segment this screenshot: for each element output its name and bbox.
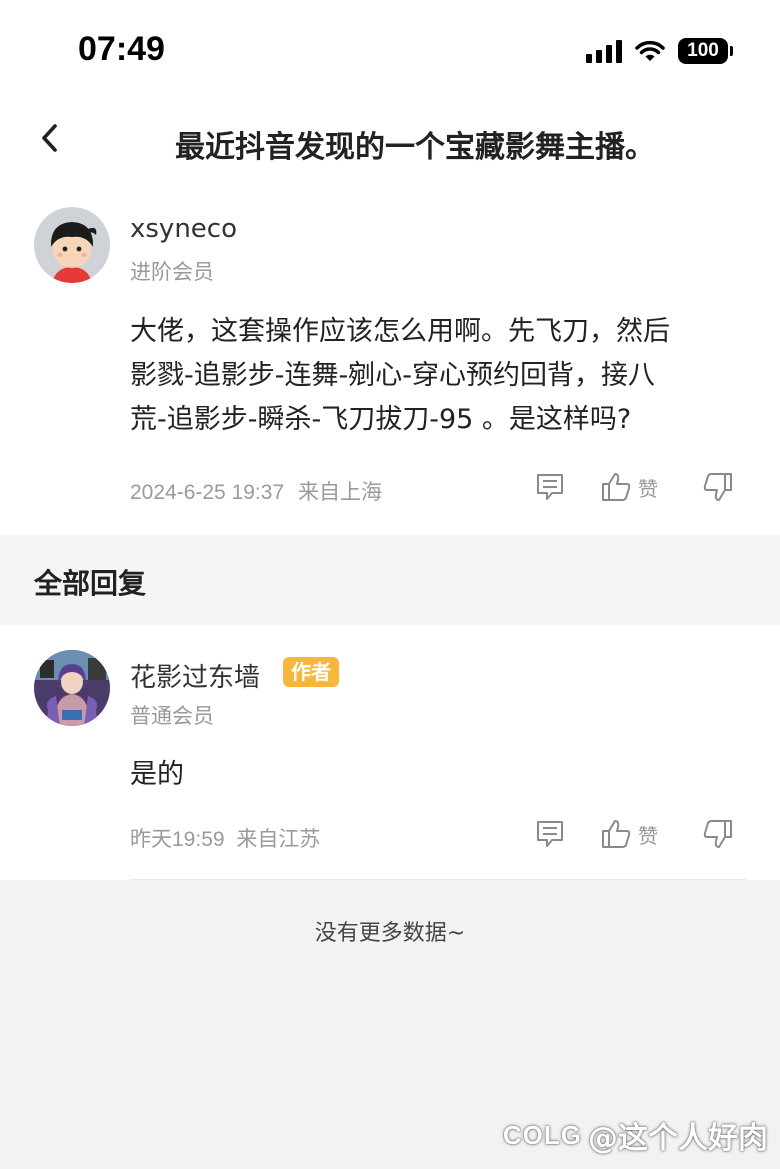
main-comment: xsyneco 进阶会员 大佬，这套操作应该怎么用啊。先飞刀，然后 影戮-追影步…: [0, 180, 780, 535]
comment-icon: [537, 474, 563, 500]
reply-date: 昨天19:59: [130, 828, 225, 851]
thumbs-down-icon: [703, 473, 732, 501]
avatar-image: [34, 650, 110, 726]
reply-item: 花影过东墙 作者 普通会员 是的 昨天19:59 来自江苏 赞: [0, 625, 780, 880]
watermark-text: @这个人好肉: [588, 1121, 768, 1156]
battery-level: 100: [687, 40, 719, 61]
watermark-logo: COLG: [502, 1119, 582, 1150]
avatar-image: [34, 207, 110, 283]
username[interactable]: 花影过东墙: [130, 657, 260, 694]
signal-icon: [586, 39, 622, 63]
chevron-left-icon: [42, 124, 57, 152]
section-title: 全部回复: [34, 567, 147, 600]
comment-meta: 2024-6-25 19:37 来自上海: [130, 476, 382, 506]
reply-button[interactable]: [534, 472, 566, 502]
like-label: 赞: [638, 823, 658, 848]
comment-line: 大佬，这套操作应该怎么用啊。先飞刀，然后: [130, 316, 670, 347]
thumbs-down-icon: [703, 820, 732, 848]
watermark: COLG @这个人好肉: [503, 1113, 768, 1157]
replies-section-header: 全部回复: [0, 535, 780, 625]
thumbs-up-icon: [602, 473, 631, 501]
divider: [130, 879, 746, 880]
comment-text: 大佬，这套操作应该怎么用啊。先飞刀，然后 影戮-追影步-连舞-剜心-穿心预约回背…: [130, 310, 670, 442]
no-more-data: 没有更多数据~: [314, 921, 466, 946]
dislike-button[interactable]: [702, 819, 734, 849]
page: 07:49 100 最近抖音发现的一个宝藏影舞主播。 xsyneco 进阶会员 …: [0, 0, 780, 1169]
battery-icon: 100: [678, 38, 733, 64]
reply-actions: 赞: [534, 819, 734, 849]
comment-location: 来自上海: [297, 481, 382, 504]
reply-location: 来自江苏: [236, 828, 321, 851]
status-icons: 100: [586, 38, 733, 64]
username[interactable]: xsyneco: [130, 214, 237, 244]
back-button[interactable]: [28, 116, 72, 160]
member-level: 进阶会员: [130, 260, 214, 284]
avatar[interactable]: [34, 650, 110, 726]
like-button[interactable]: 赞: [600, 472, 658, 502]
nav-bar: 最近抖音发现的一个宝藏影舞主播。: [0, 100, 780, 180]
avatar[interactable]: [34, 207, 110, 283]
like-button[interactable]: 赞: [600, 819, 658, 849]
status-bar: 07:49 100: [0, 0, 780, 100]
member-level: 普通会员: [130, 704, 214, 728]
dislike-button[interactable]: [702, 472, 734, 502]
comment-actions: 赞: [534, 472, 734, 502]
like-label: 赞: [638, 476, 658, 501]
page-title: 最近抖音发现的一个宝藏影舞主播。: [175, 130, 655, 165]
comment-line: 荒-追影步-瞬杀-飞刀拔刀-95 。是这样吗?: [130, 404, 632, 435]
wifi-icon: [635, 40, 665, 61]
author-badge: 作者: [283, 657, 339, 687]
comment-line: 影戮-追影步-连舞-剜心-穿心预约回背，接八: [130, 360, 655, 391]
comment-icon: [537, 821, 563, 847]
reply-button[interactable]: [534, 819, 566, 849]
status-time: 07:49: [78, 30, 165, 68]
comment-date: 2024-6-25 19:37: [130, 481, 285, 504]
thumbs-up-icon: [602, 820, 631, 848]
reply-text: 是的: [130, 759, 184, 790]
reply-meta: 昨天19:59 来自江苏: [130, 823, 320, 853]
